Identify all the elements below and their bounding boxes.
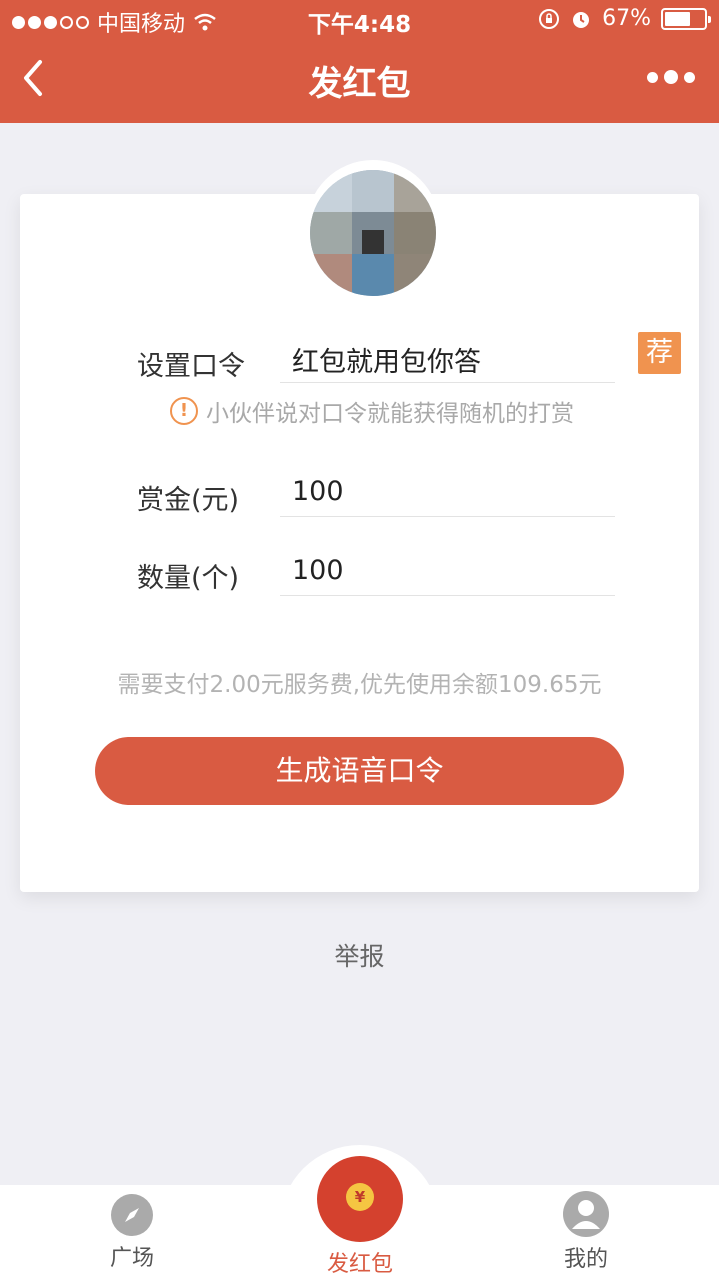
tab-square[interactable]: 广场 (100, 1194, 164, 1272)
generate-voice-password-button[interactable]: 生成语音口令 (95, 737, 624, 805)
fee-note: 需要支付2.00元服务费,优先使用余额109.65元 (117, 672, 602, 698)
tab-square-label: 广场 (109, 1246, 154, 1271)
compass-icon (111, 1194, 153, 1236)
user-icon (563, 1191, 609, 1237)
quantity-input[interactable]: 100 (292, 555, 344, 586)
reward-label: 赏金(元) (137, 485, 240, 516)
quantity-label: 数量(个) (137, 563, 240, 594)
quantity-underline (280, 595, 615, 596)
battery-fill (665, 11, 691, 26)
header: 中国移动 下午4:48 67% 发红包 (0, 0, 719, 123)
hint-text: 小伙伴说对口令就能获得随机的打赏 (206, 401, 574, 427)
password-input[interactable]: 红包就用包你答 (292, 340, 481, 379)
recommend-tag[interactable]: 荐 (638, 332, 681, 374)
alarm-icon (573, 11, 590, 28)
page-title: 发红包 (308, 64, 411, 104)
report-link[interactable]: 举报 (0, 937, 719, 973)
orientation-lock-icon (539, 8, 560, 29)
reward-input[interactable]: 100 (292, 476, 344, 507)
battery-icon (661, 7, 711, 30)
more-icon[interactable] (647, 70, 695, 84)
tab-mine[interactable]: 我的 (554, 1191, 618, 1273)
reward-underline (280, 516, 615, 517)
warning-icon: ! (170, 397, 198, 425)
password-underline (280, 382, 615, 383)
password-label: 设置口令 (137, 351, 245, 382)
status-right: 67% (538, 6, 711, 31)
status-bar: 中国移动 下午4:48 67% (0, 0, 719, 40)
password-hint: ! 小伙伴说对口令就能获得随机的打赏 (170, 394, 574, 428)
coin-icon: ¥ (346, 1183, 374, 1211)
tab-mine-label: 我的 (563, 1247, 608, 1272)
tab-send-red-packet[interactable]: 发红包 (310, 1246, 410, 1278)
red-packet-icon[interactable]: ¥ (317, 1156, 403, 1242)
avatar (310, 170, 436, 296)
battery-percent: 67% (602, 6, 651, 31)
